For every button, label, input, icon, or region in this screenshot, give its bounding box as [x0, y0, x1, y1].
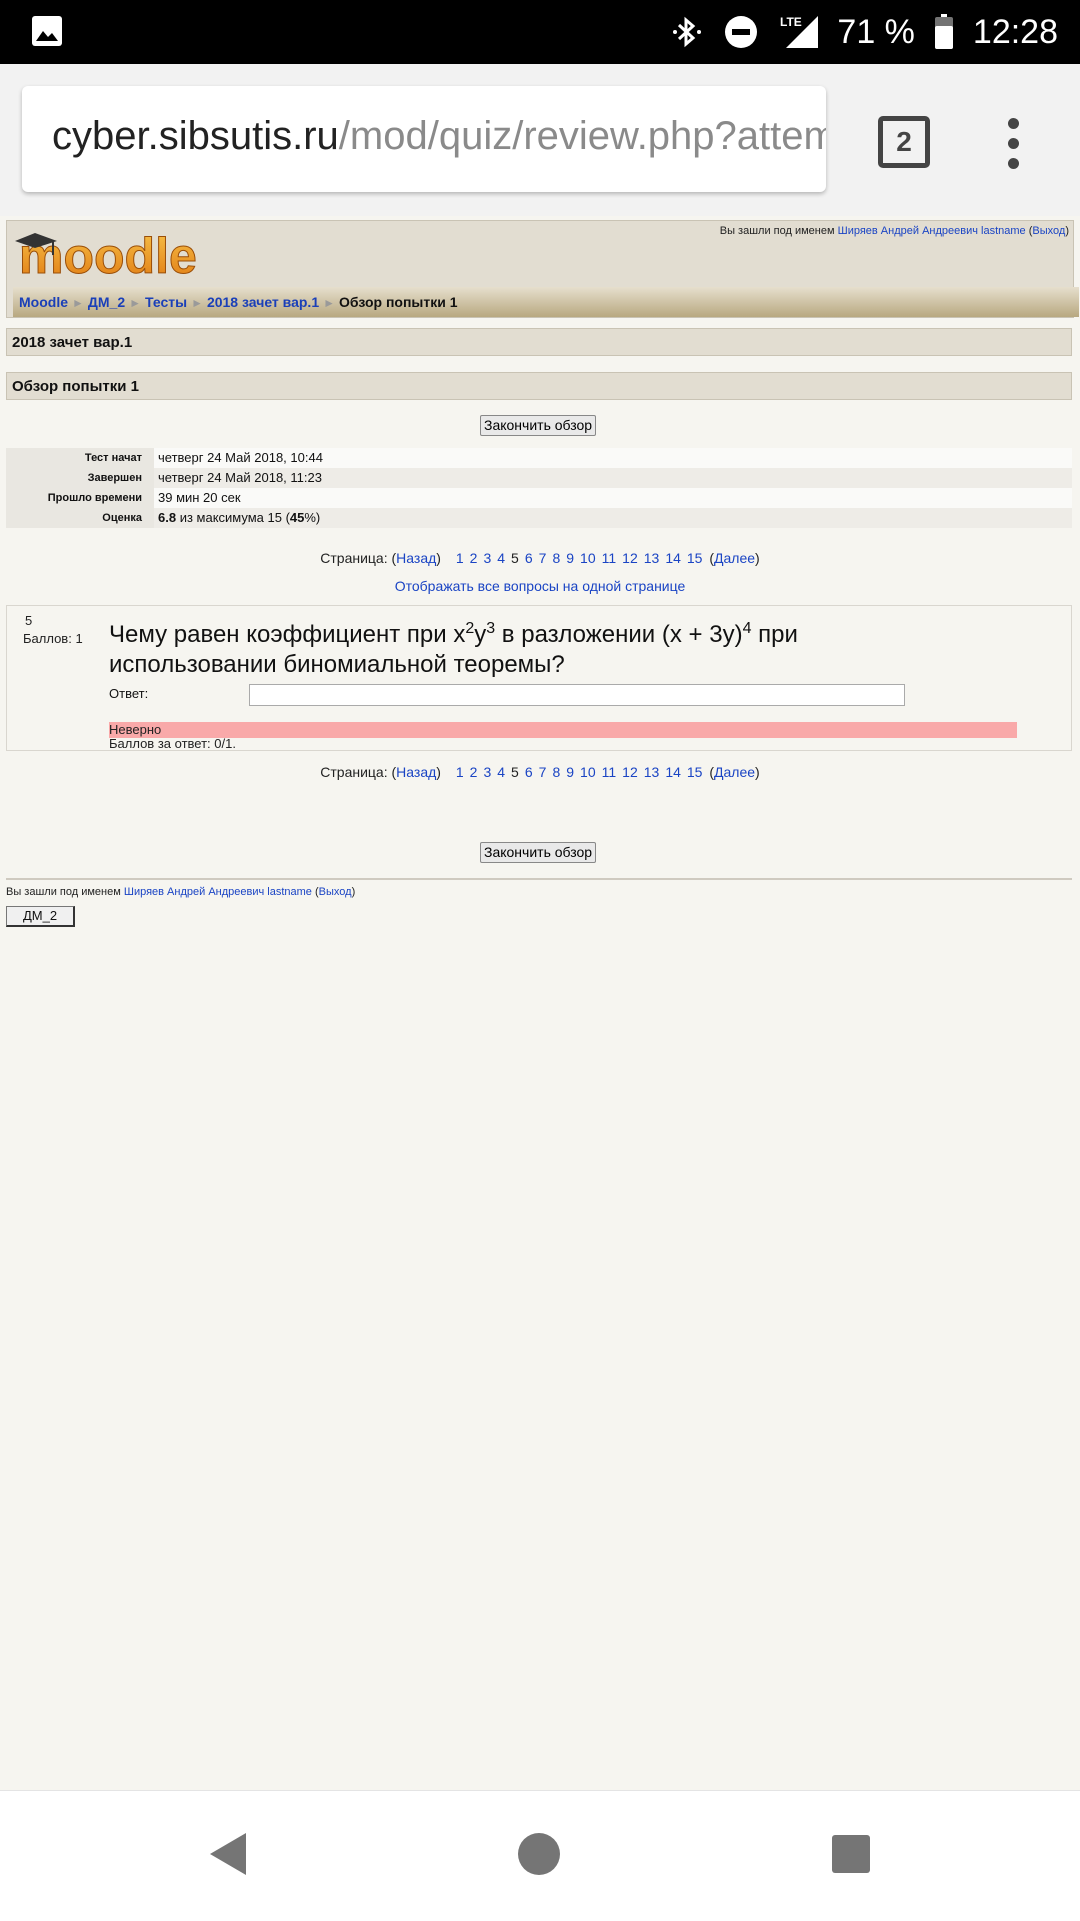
finish-review-button-bottom[interactable]: Закончить обзор — [480, 842, 597, 863]
url-bar[interactable]: cyber.sibsutis.ru/mod/quiz/review.php?at… — [22, 86, 826, 192]
recent-apps-icon[interactable] — [832, 1835, 870, 1873]
page-link[interactable]: 13 — [644, 550, 660, 566]
tab-switcher-button[interactable]: 2 — [878, 116, 930, 168]
status-bar: LTE 71 % 12:28 — [0, 0, 1080, 64]
back-icon[interactable] — [210, 1833, 246, 1875]
login-info: Вы зашли под именем Ширяев Андрей Андрее… — [719, 225, 1069, 237]
home-icon[interactable] — [518, 1833, 560, 1875]
breadcrumb-quizzes[interactable]: Тесты — [145, 294, 187, 310]
question-marks: Баллов: 1 — [23, 631, 83, 646]
gallery-icon — [32, 16, 62, 46]
page-link[interactable]: 14 — [665, 764, 681, 780]
url-text: cyber.sibsutis.ru/mod/quiz/review.php?at… — [52, 114, 826, 159]
logout-link[interactable]: Выход — [1032, 225, 1065, 237]
page-link[interactable]: 6 — [525, 764, 533, 780]
page-link[interactable]: 4 — [497, 550, 505, 566]
page-link[interactable]: 13 — [644, 764, 660, 780]
footer-divider — [6, 878, 1072, 880]
url-path: /mod/quiz/review.php?attemp — [338, 114, 826, 158]
page-link[interactable]: 1 — [456, 550, 464, 566]
paging-prev-link[interactable]: Назад — [396, 764, 436, 780]
question-number: 5 — [25, 613, 33, 628]
page-header: moodle Вы зашли под именем Ширяев Андрей… — [6, 220, 1079, 318]
question-text: Чему равен коэффициент при x2y3 в разлож… — [109, 620, 798, 678]
user-profile-link[interactable]: Ширяев Андрей Андреевич lastname — [124, 886, 312, 898]
attempt-summary-table: Тест начат четверг 24 Май 2018, 10:44 Зав… — [6, 448, 1072, 528]
status-icons: LTE 71 % 12:28 — [669, 0, 1058, 64]
feedback-incorrect: Неверно — [109, 722, 1017, 738]
question-info: 5 Баллов: 1 — [23, 612, 83, 648]
breadcrumb-current: Обзор попытки 1 — [339, 294, 458, 310]
overflow-menu-icon[interactable] — [1008, 118, 1020, 169]
page-link[interactable]: 1 — [456, 764, 464, 780]
page-link[interactable]: 8 — [552, 550, 560, 566]
paging-next-link[interactable]: Далее — [714, 764, 755, 780]
battery-icon — [934, 14, 953, 49]
page-link[interactable]: 15 — [687, 550, 703, 566]
moodle-logo[interactable]: moodle — [13, 227, 233, 283]
page-link[interactable]: 7 — [539, 550, 547, 566]
system-navigation-bar — [0, 1790, 1080, 1921]
page-link[interactable]: 3 — [483, 764, 491, 780]
page-link[interactable]: 10 — [580, 550, 596, 566]
answer-label: Ответ: — [109, 686, 149, 701]
bluetooth-icon — [673, 16, 702, 48]
course-home-button[interactable]: ДМ_2 — [6, 906, 75, 927]
page-link[interactable]: 14 — [665, 550, 681, 566]
breadcrumb-moodle[interactable]: Moodle — [19, 294, 68, 310]
current-page: 5 — [511, 764, 519, 780]
page-link[interactable]: 2 — [470, 550, 478, 566]
clock: 12:28 — [972, 12, 1058, 51]
page-link[interactable]: 10 — [580, 764, 596, 780]
current-page: 5 — [511, 550, 519, 566]
page-link[interactable]: 11 — [602, 550, 617, 566]
lte-signal-icon: LTE — [780, 15, 819, 48]
page-link[interactable]: 2 — [470, 764, 478, 780]
page-link[interactable]: 12 — [622, 550, 638, 566]
finish-review-button[interactable]: Закончить обзор — [480, 415, 597, 436]
page-link[interactable]: 12 — [622, 764, 638, 780]
page-link[interactable]: 6 — [525, 550, 533, 566]
page-link[interactable]: 9 — [566, 764, 574, 780]
show-all-link[interactable]: Отображать все вопросы на одной странице — [395, 578, 686, 594]
breadcrumb-quiz[interactable]: 2018 зачет вар.1 — [207, 294, 319, 310]
breadcrumb: Moodle ► ДМ_2 ► Тесты ► 2018 зачет вар.1 ► Обзор… — [13, 287, 1079, 317]
paging-prev-link[interactable]: Назад — [396, 550, 436, 566]
paging-bottom: Страница: (Назад) 1 2 3 4 5 6 7 8 9 10 11 12 13 14 15 … — [320, 764, 760, 780]
page-link[interactable]: 7 — [539, 764, 547, 780]
page-link[interactable]: 4 — [497, 764, 505, 780]
logout-link[interactable]: Выход — [319, 886, 352, 898]
page-link[interactable]: 9 — [566, 550, 574, 566]
show-all-questions: Отображать все вопросы на одной странице — [0, 578, 1080, 594]
url-host: cyber.sibsutis.ru — [52, 114, 339, 158]
user-profile-link[interactable]: Ширяев Андрей Андреевич lastname — [838, 225, 1026, 237]
svg-text:LTE: LTE — [780, 15, 802, 29]
page-link[interactable]: 15 — [687, 764, 703, 780]
summary-row: Завершен четверг 24 Май 2018, 11:23 — [6, 468, 1072, 488]
paging-next-link[interactable]: Далее — [714, 550, 755, 566]
quiz-title: 2018 зачет вар.1 — [6, 328, 1072, 356]
do-not-disturb-icon — [725, 16, 758, 48]
summary-row: Прошло времени 39 мин 20 сек — [6, 488, 1072, 508]
page-link[interactable]: 8 — [552, 764, 560, 780]
paging-top: Страница: (Назад) 1 2 3 4 5 6 7 8 9 10 11 12 13 14 15 … — [320, 550, 760, 566]
summary-row-grade: Оценка 6.8 из максимума 15 (45%) — [6, 508, 1072, 528]
question-block: 5 Баллов: 1 Чему равен коэффициент при x… — [6, 605, 1072, 751]
breadcrumb-course[interactable]: ДМ_2 — [88, 294, 125, 310]
summary-row: Тест начат четверг 24 Май 2018, 10:44 — [6, 448, 1072, 468]
attempt-title: Обзор попытки 1 — [6, 372, 1072, 400]
page-link[interactable]: 11 — [602, 764, 617, 780]
footer-login-info: Вы зашли под именем Ширяев Андрей Андрее… — [6, 886, 356, 898]
browser-toolbar: cyber.sibsutis.ru/mod/quiz/review.php?at… — [0, 64, 1080, 216]
page-link[interactable]: 3 — [483, 550, 491, 566]
svg-text:moodle: moodle — [19, 228, 197, 283]
answer-field[interactable] — [249, 684, 905, 706]
battery-percent: 71 % — [837, 12, 915, 51]
answer-grade: Баллов за ответ: 0/1. — [109, 736, 236, 751]
